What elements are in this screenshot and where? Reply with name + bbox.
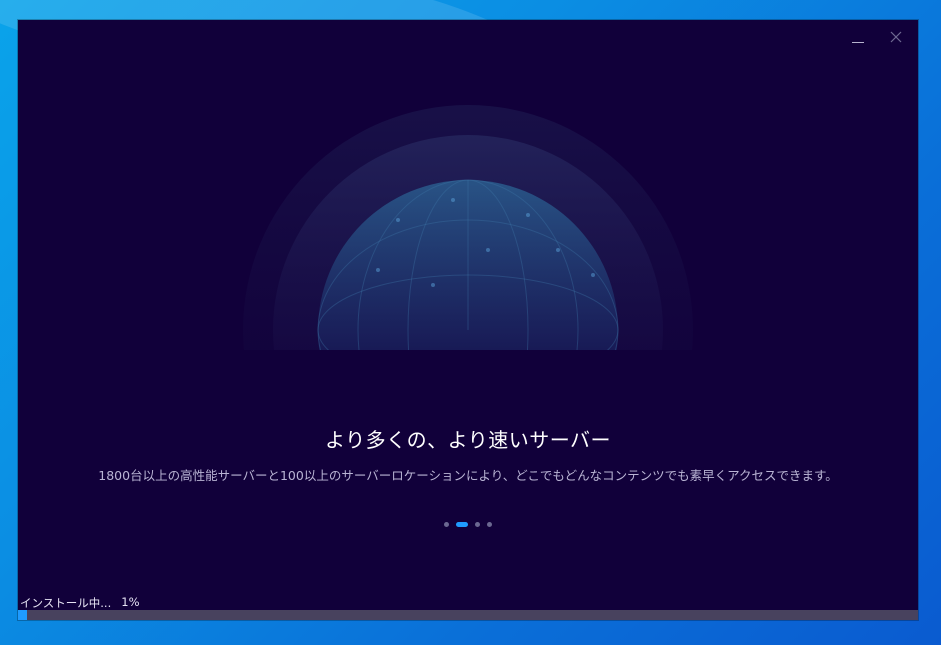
slide-pager xyxy=(18,522,918,527)
minimize-icon xyxy=(852,41,864,43)
slide-description: 1800台以上の高性能サーバーと100以上のサーバーロケーションにより、どこでも… xyxy=(98,468,838,483)
pager-dot-3[interactable] xyxy=(475,522,480,527)
close-button[interactable] xyxy=(884,26,908,48)
pager-dot-2-active[interactable] xyxy=(456,522,468,527)
install-progress-bar xyxy=(18,610,918,620)
install-percent: 1% xyxy=(121,595,140,609)
slide-title: より多くの、より速いサーバー xyxy=(325,428,611,452)
window-controls xyxy=(846,26,908,48)
install-progress-fill xyxy=(18,610,27,620)
pager-dot-1[interactable] xyxy=(444,522,449,527)
install-status: インストール中... 1% xyxy=(20,595,140,611)
pager-dot-4[interactable] xyxy=(487,522,492,527)
globe-icon xyxy=(243,105,693,350)
globe-illustration xyxy=(238,100,698,350)
install-status-label: インストール中... xyxy=(20,596,112,610)
installer-window: より多くの、より速いサーバー 1800台以上の高性能サーバーと100以上のサーバ… xyxy=(18,20,918,620)
close-icon xyxy=(890,31,902,43)
minimize-button[interactable] xyxy=(846,26,870,48)
